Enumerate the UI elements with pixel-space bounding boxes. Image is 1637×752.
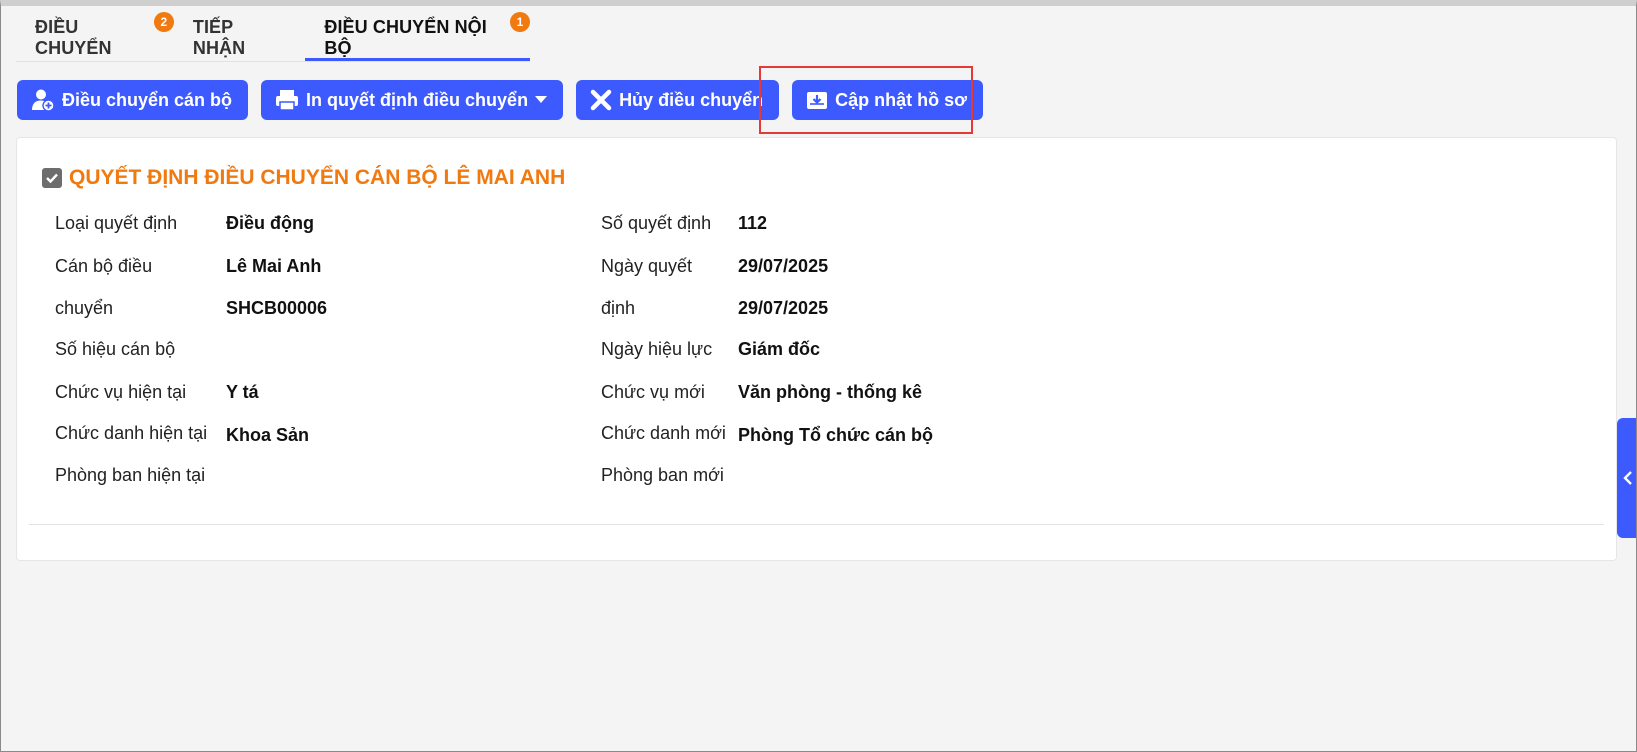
label-current-department: Phòng ban hiện tại: [55, 465, 206, 485]
side-panel-toggle[interactable]: [1617, 418, 1637, 538]
value-new-department: Phòng Tổ chức cán bộ: [738, 425, 934, 445]
check-icon: [46, 173, 58, 184]
tab-internal-transfer-label: ĐIỀU CHUYỂN NỘI BỘ: [324, 17, 487, 58]
label-new-department: Phòng ban mới: [601, 465, 724, 485]
panel-divider: [29, 524, 1604, 525]
value-decision-date: 29/07/2025: [738, 256, 829, 276]
label-effective-date: Ngày hiệu lực: [601, 339, 713, 359]
tab-transfer-label: ĐIỀU CHUYỂN: [35, 17, 112, 58]
value-effective-date: 29/07/2025: [738, 298, 829, 318]
tab-internal-transfer-badge: 1: [510, 12, 530, 32]
label-decision-number: Số quyết định: [601, 213, 712, 233]
value-new-position: Giám đốc: [738, 339, 821, 359]
decision-panel: QUYẾT ĐỊNH ĐIỀU CHUYỂN CÁN BỘ LÊ MAI ANH…: [16, 137, 1617, 561]
label-transfer-staff-line1: Cán bộ điều: [55, 256, 153, 276]
label-new-title: Chức danh mới: [601, 423, 726, 443]
label-transfer-staff-line2: chuyển: [55, 298, 114, 318]
decision-title-text: QUYẾT ĐỊNH ĐIỀU CHUYỂN CÁN BỘ LÊ MAI ANH: [69, 166, 566, 189]
update-profile-label: Cập nhật hồ sơ: [835, 89, 967, 110]
transfer-staff-button[interactable]: Điều chuyển cán bộ: [17, 80, 249, 120]
tab-receive-label: TIẾP NHẬN: [192, 17, 246, 58]
label-current-position: Chức vụ hiện tại: [55, 382, 187, 402]
close-icon: [590, 89, 612, 111]
printer-icon: [276, 90, 299, 111]
update-profile-button[interactable]: Cập nhật hồ sơ: [792, 80, 983, 120]
cancel-transfer-button[interactable]: Hủy điều chuyển: [576, 80, 780, 120]
value-current-title: Khoa Sản: [226, 425, 310, 445]
toolbar: Điều chuyển cán bộ In quyết định điều ch…: [17, 80, 996, 120]
cancel-transfer-label: Hủy điều chuyển: [619, 89, 764, 110]
label-new-position: Chức vụ mới: [601, 382, 705, 402]
value-decision-number: 112: [738, 213, 768, 233]
label-decision-date-line1: Ngày quyết: [601, 256, 693, 276]
tab-receive[interactable]: TIẾP NHẬN: [174, 15, 306, 61]
label-decision-type: Loại quyết định: [55, 213, 178, 233]
tab-bar: ĐIỀU CHUYỂN 2 TIẾP NHẬN ĐIỀU CHUYỂN NỘI …: [16, 12, 530, 62]
caret-down-icon: [535, 96, 548, 103]
print-decision-label: In quyết định điều chuyển: [306, 89, 529, 110]
inbox-download-icon: [807, 92, 828, 109]
value-current-position: Y tá: [226, 382, 259, 402]
label-staff-code: Số hiệu cán bộ: [55, 339, 176, 359]
chevron-left-icon: [1623, 471, 1632, 485]
value-staff-code: SHCB00006: [226, 298, 328, 318]
label-decision-date-line2: định: [601, 298, 636, 318]
value-decision-type: Điều động: [226, 213, 314, 233]
value-new-title: Văn phòng - thống kê: [738, 382, 922, 402]
tab-transfer[interactable]: ĐIỀU CHUYỂN 2: [16, 12, 174, 61]
user-add-icon: [32, 89, 55, 112]
print-decision-button[interactable]: In quyết định điều chuyển: [261, 80, 564, 120]
transfer-staff-label: Điều chuyển cán bộ: [62, 89, 233, 110]
tab-internal-transfer[interactable]: ĐIỀU CHUYỂN NỘI BỘ 1: [305, 12, 530, 61]
section-checkbox[interactable]: [42, 168, 62, 188]
decision-title: QUYẾT ĐỊNH ĐIỀU CHUYỂN CÁN BỘ LÊ MAI ANH: [42, 166, 565, 190]
value-transfer-staff: Lê Mai Anh: [226, 256, 322, 276]
tab-transfer-badge: 2: [153, 12, 174, 32]
label-current-title: Chức danh hiện tại: [55, 423, 208, 443]
